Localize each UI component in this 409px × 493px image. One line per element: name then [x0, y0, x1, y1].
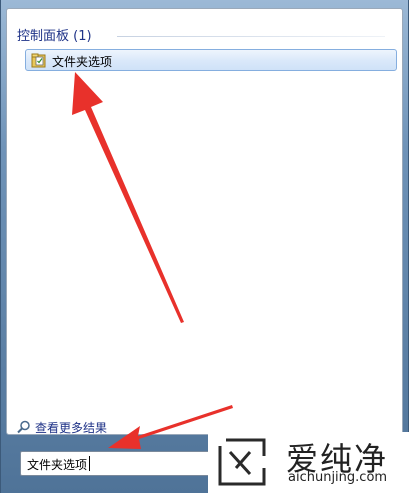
search-results-panel: 控制面板 (1) 文件夹选项 查看更多结果	[6, 8, 403, 435]
group-divider	[117, 36, 385, 37]
folder-options-icon	[31, 53, 46, 68]
group-header-control-panel: 控制面板 (1)	[17, 29, 92, 44]
result-item-label: 文件夹选项	[52, 55, 113, 69]
start-search-input[interactable]: 文件夹选项	[20, 451, 210, 476]
text-caret	[89, 456, 90, 471]
see-more-label: 查看更多结果	[35, 421, 108, 435]
watermark: 爱纯净 aichunjing.com	[208, 432, 409, 493]
search-input-text: 文件夹选项	[27, 458, 88, 472]
brand-logo	[218, 438, 266, 486]
watermark-domain: aichunjing.com	[288, 470, 388, 485]
magnifier-icon	[17, 420, 30, 434]
result-item-folder-options[interactable]: 文件夹选项	[25, 49, 397, 71]
